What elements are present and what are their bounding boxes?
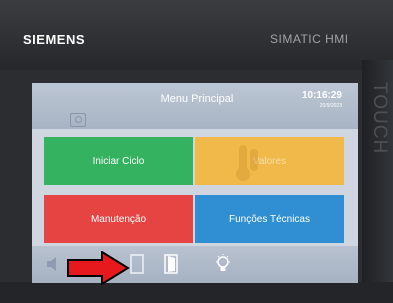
page-title: Menu Principal xyxy=(160,93,234,105)
start-cycle-label: Iniciar Ciclo xyxy=(92,155,145,167)
touch-label: TOUCH xyxy=(369,82,390,155)
technical-functions-label: Funções Técnicas xyxy=(229,213,310,225)
maintenance-label: Manutenção xyxy=(90,213,147,225)
door-closed-icon[interactable] xyxy=(130,254,144,274)
clock-date: 20/9/2023 xyxy=(319,103,342,109)
technical-functions-button[interactable]: Funções Técnicas xyxy=(195,195,344,243)
speaker-icon[interactable] xyxy=(46,256,60,272)
model-label: SIMATIC HMI xyxy=(270,32,349,46)
values-button[interactable]: Valores xyxy=(195,137,344,185)
start-cycle-button[interactable]: Iniciar Ciclo xyxy=(44,137,193,185)
red-arrow-annotation xyxy=(67,251,130,285)
clock-time: 10:16:29 xyxy=(301,90,342,101)
door-open-icon[interactable] xyxy=(164,254,178,274)
maintenance-button[interactable]: Manutenção xyxy=(44,195,193,243)
screen-header: Menu Principal 10:16:29 20/9/2023 xyxy=(32,83,358,129)
user-icon[interactable] xyxy=(70,113,86,127)
light-bulb-icon[interactable] xyxy=(215,253,231,275)
thermometer-icon xyxy=(236,145,258,181)
hmi-bezel-bottom xyxy=(0,282,393,303)
brand-logo: SIEMENS xyxy=(23,32,86,47)
